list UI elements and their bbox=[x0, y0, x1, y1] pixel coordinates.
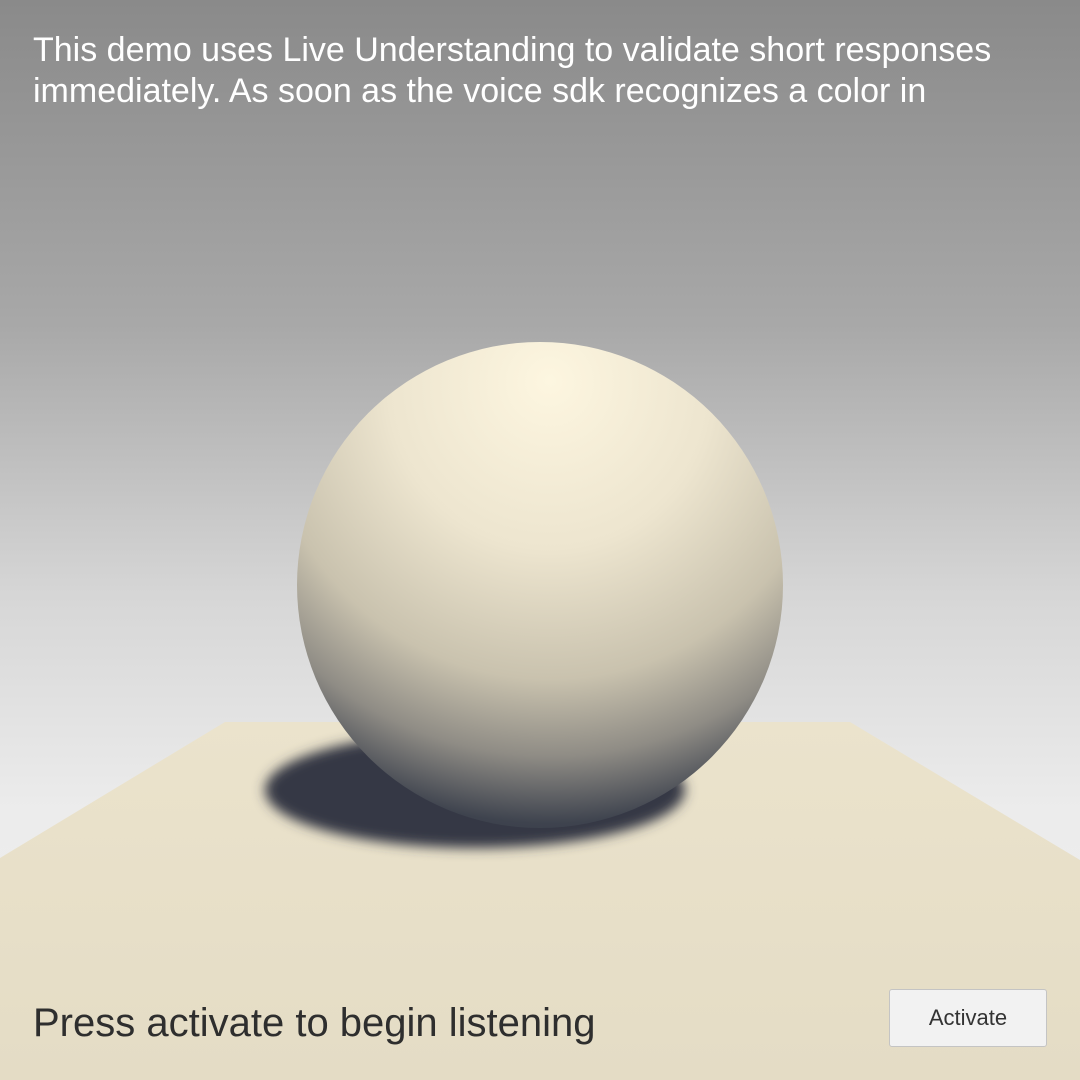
activate-button[interactable]: Activate bbox=[889, 989, 1047, 1047]
sphere bbox=[297, 342, 783, 828]
status-text: Press activate to begin listening bbox=[33, 1001, 596, 1045]
instructions-text: This demo uses Live Understanding to val… bbox=[33, 31, 992, 110]
scene-viewport bbox=[0, 342, 1080, 1080]
